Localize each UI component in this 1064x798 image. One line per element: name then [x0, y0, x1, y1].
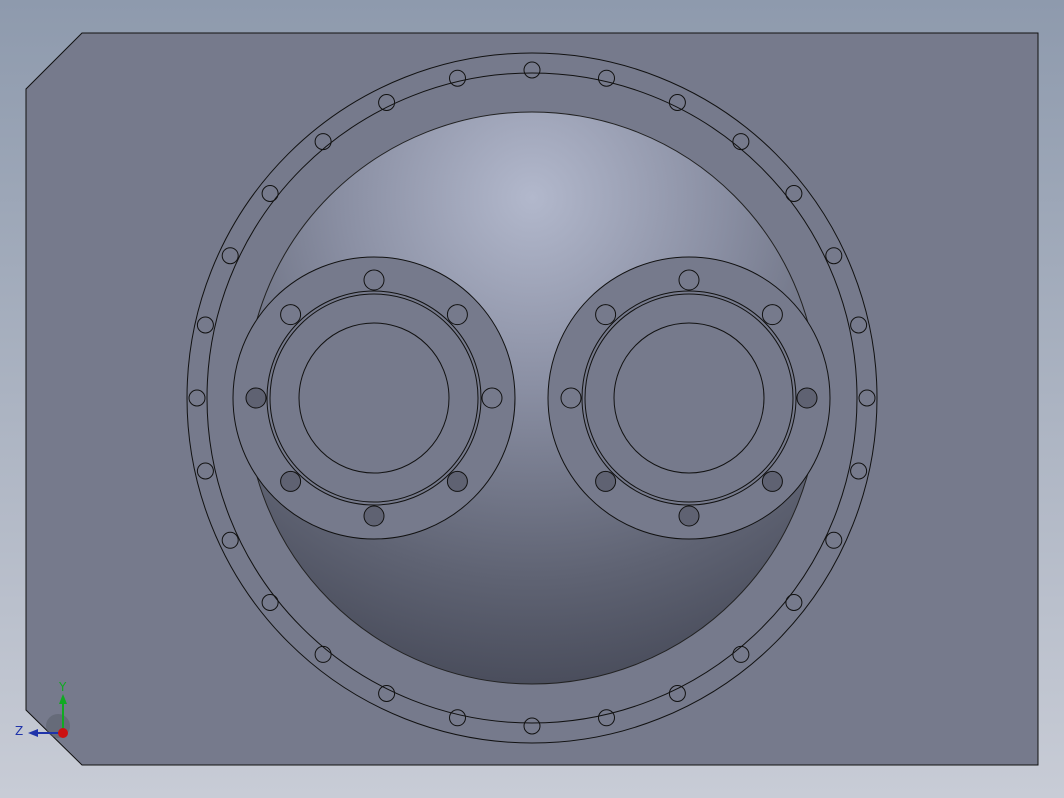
left-nozzle-bolt-hole [280, 470, 302, 492]
left-nozzle-bolt-hole [363, 505, 385, 527]
model-view[interactable]: Y Z [0, 0, 1064, 798]
right-nozzle-bolt-hole [678, 505, 700, 527]
left-nozzle-flange-face [232, 256, 516, 540]
left-nozzle-flange[interactable] [232, 256, 516, 540]
right-nozzle-bolt-hole [595, 470, 617, 492]
left-nozzle-bolt-hole [446, 470, 468, 492]
triad-y-label: Y [58, 680, 67, 694]
right-nozzle-bolt-hole [796, 387, 818, 409]
triad-x-axis-dot [58, 728, 68, 738]
right-nozzle-flange[interactable] [547, 256, 831, 540]
right-nozzle-bolt-hole [761, 470, 783, 492]
triad-z-label: Z [15, 724, 23, 738]
cad-viewport[interactable]: Y Z [0, 0, 1064, 798]
left-nozzle-bolt-hole [245, 387, 267, 409]
right-nozzle-flange-face [547, 256, 831, 540]
